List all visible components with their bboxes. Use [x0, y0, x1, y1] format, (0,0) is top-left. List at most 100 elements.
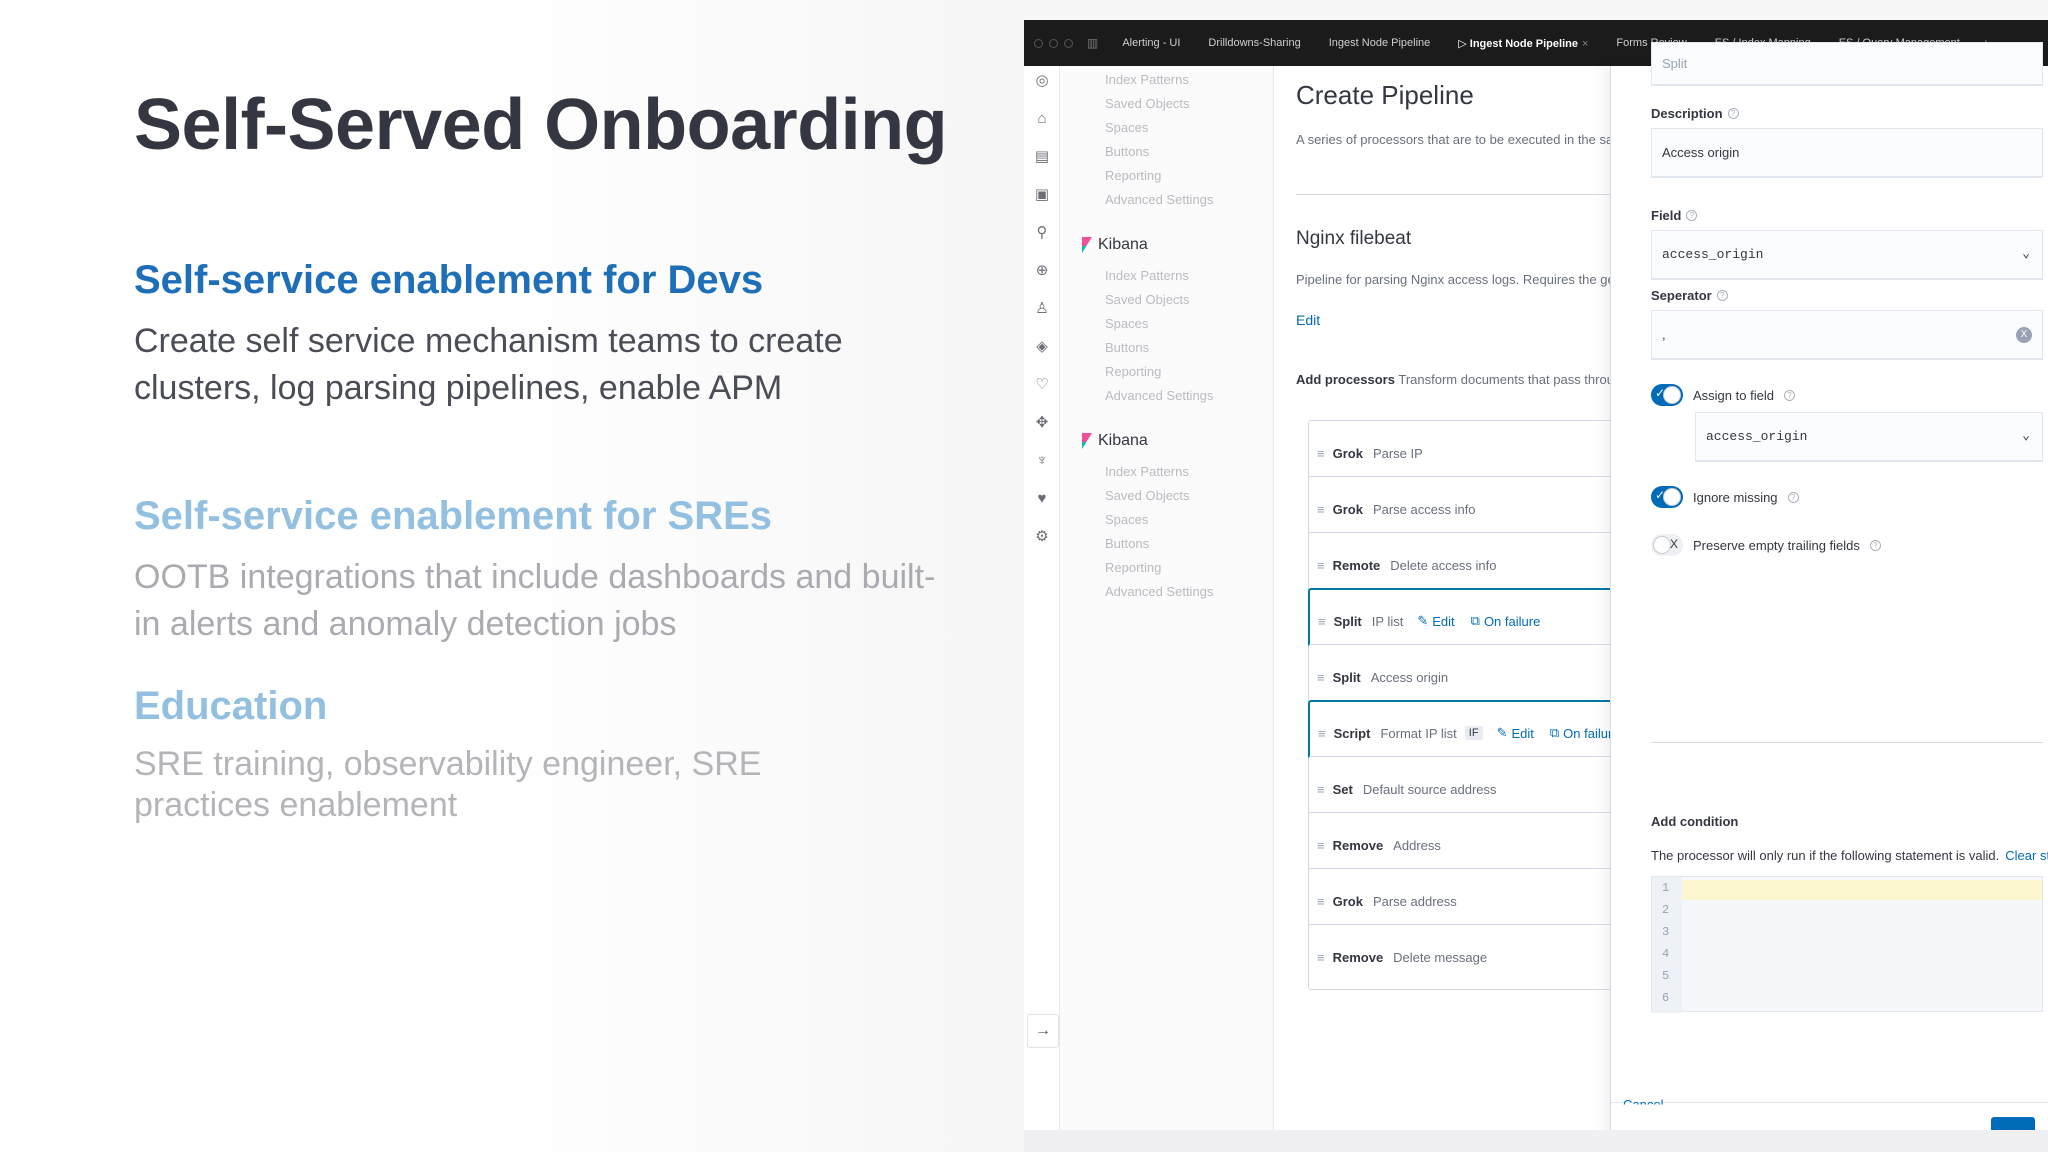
nav-item-buttons[interactable]: Buttons: [1105, 144, 1149, 159]
line-number: 3: [1662, 925, 1670, 939]
gear-icon[interactable]: ⚙: [1033, 528, 1051, 546]
nav-item-index-patterns[interactable]: Index Patterns: [1105, 464, 1189, 479]
nav-item-spaces[interactable]: Spaces: [1105, 316, 1148, 331]
help-icon[interactable]: ?: [1716, 290, 1728, 301]
separator-input[interactable]: , X: [1651, 310, 2043, 360]
nav-item-advanced-settings[interactable]: Advanced Settings: [1105, 584, 1213, 599]
failure-icon: ⧉: [1470, 613, 1480, 628]
processor-type: Remove: [1332, 837, 1384, 853]
drag-handle-icon[interactable]: ≡: [1318, 726, 1326, 741]
window-bottom-bar: [1024, 1130, 2048, 1152]
nav-item-saved-objects[interactable]: Saved Objects: [1105, 488, 1190, 503]
nav-item-spaces[interactable]: Spaces: [1105, 120, 1148, 135]
description-value: Access origin: [1662, 145, 1740, 160]
heart-icon[interactable]: ♡: [1033, 376, 1051, 394]
chevron-down-icon: ⌄: [2022, 428, 2030, 443]
processor-type-select[interactable]: Split: [1651, 42, 2043, 86]
drag-handle-icon[interactable]: ≡: [1317, 558, 1325, 573]
apm-icon[interactable]: ✥: [1033, 414, 1051, 432]
clear-input-icon[interactable]: X: [2016, 327, 2032, 343]
nav-item-reporting[interactable]: Reporting: [1105, 168, 1161, 183]
bulb-icon[interactable]: ♆: [1033, 452, 1051, 470]
help-icon[interactable]: ?: [1869, 539, 1881, 551]
nav-item-index-patterns[interactable]: Index Patterns: [1105, 72, 1189, 87]
home-icon[interactable]: ⌂: [1033, 110, 1051, 128]
description-input[interactable]: Access origin: [1651, 128, 2043, 178]
edit-processor-button[interactable]: ✎ Edit: [1417, 613, 1454, 629]
tab-label: Ingest Node Pipeline: [1469, 37, 1578, 50]
processor-desc: Format IP list: [1380, 725, 1457, 741]
nav-group-kibana: Kibana: [1082, 432, 1148, 450]
processor-desc: Parse IP: [1372, 445, 1423, 461]
close-tab-icon[interactable]: ×: [1582, 38, 1588, 50]
switch-knob: [1663, 386, 1681, 404]
shield-icon[interactable]: ◈: [1033, 338, 1051, 356]
nav-group-label: Kibana: [1098, 432, 1148, 449]
assign-to-field-switch[interactable]: ✓: [1651, 384, 1683, 406]
section-heading-sres: Self-service enablement for SREs: [134, 494, 773, 538]
ignore-missing-switch[interactable]: ✓: [1651, 486, 1683, 508]
drag-handle-icon[interactable]: ≡: [1317, 670, 1325, 685]
field-value: access_origin: [1662, 247, 1764, 262]
maximize-window-dot[interactable]: [1064, 38, 1073, 48]
ignore-missing-label: Ignore missing: [1693, 489, 1778, 505]
nav-item-index-patterns[interactable]: Index Patterns: [1105, 268, 1189, 283]
drag-handle-icon[interactable]: ≡: [1317, 894, 1325, 909]
heartbeat-icon[interactable]: ♥: [1033, 490, 1051, 508]
divider: [1651, 742, 2043, 743]
preserve-trailing-label: Preserve empty trailing fields: [1693, 537, 1860, 553]
map-icon[interactable]: ⚲: [1033, 224, 1051, 242]
icon-rail: ◎ ⌂ ▤ ▣ ⚲ ⊕ ♙ ◈ ♡ ✥ ♆ ♥ ⚙ →: [1024, 66, 1060, 1152]
processor-row[interactable]: ≡ Remove Delete message: [1308, 924, 1638, 990]
drag-handle-icon[interactable]: ≡: [1317, 782, 1325, 797]
nav-item-advanced-settings[interactable]: Advanced Settings: [1105, 388, 1213, 403]
edit-processor-button[interactable]: ✎ Edit: [1497, 725, 1534, 741]
preserve-trailing-switch[interactable]: X: [1651, 534, 1683, 556]
nav-item-spaces[interactable]: Spaces: [1105, 512, 1148, 527]
expand-nav-button[interactable]: →: [1027, 1014, 1059, 1048]
nav-item-saved-objects[interactable]: Saved Objects: [1105, 96, 1190, 111]
user-icon[interactable]: ♙: [1033, 300, 1051, 318]
help-icon[interactable]: ?: [1787, 491, 1799, 503]
globe-icon[interactable]: ⊕: [1033, 262, 1051, 280]
field-select[interactable]: access_origin ⌄: [1651, 230, 2043, 280]
drag-handle-icon[interactable]: ≡: [1317, 838, 1325, 853]
drag-handle-icon[interactable]: ≡: [1317, 502, 1325, 517]
help-icon[interactable]: ?: [1783, 389, 1795, 401]
cancel-button[interactable]: Cancel: [1623, 1097, 1663, 1105]
nav-item-buttons[interactable]: Buttons: [1105, 340, 1149, 355]
tab-ingest-node-pipeline-active[interactable]: ▷ Ingest Node Pipeline ×: [1444, 37, 1602, 50]
nav-item-buttons[interactable]: Buttons: [1105, 536, 1149, 551]
condition-desc-text: The processor will only run if the follo…: [1651, 848, 2000, 863]
close-window-dot[interactable]: [1034, 38, 1043, 48]
dashboard-icon[interactable]: ▤: [1033, 148, 1051, 166]
minimize-window-dot[interactable]: [1049, 38, 1058, 48]
help-icon[interactable]: ?: [1686, 210, 1698, 221]
nav-item-reporting[interactable]: Reporting: [1105, 364, 1161, 379]
assign-to-field-select[interactable]: access_origin ⌄: [1695, 412, 2043, 462]
drag-handle-icon[interactable]: ≡: [1317, 446, 1325, 461]
on-failure-label: On failure: [1483, 613, 1541, 629]
calendar-icon[interactable]: ▣: [1033, 186, 1051, 204]
tab-drilldowns-sharing[interactable]: Drilldowns-Sharing: [1194, 37, 1314, 49]
nav-item-reporting[interactable]: Reporting: [1105, 560, 1161, 575]
drag-handle-icon[interactable]: ≡: [1318, 614, 1326, 629]
nav-group-kibana: Kibana: [1082, 236, 1148, 254]
clear-statement-link[interactable]: Clear statement: [2005, 848, 2048, 863]
edit-pipeline-link[interactable]: Edit: [1296, 312, 1320, 328]
processor-type: Script: [1333, 725, 1371, 741]
tab-ingest-node-pipeline[interactable]: Ingest Node Pipeline: [1315, 37, 1445, 49]
nav-item-advanced-settings[interactable]: Advanced Settings: [1105, 192, 1213, 207]
processor-type: Grok: [1332, 445, 1363, 461]
add-condition-description: The processor will only run if the follo…: [1651, 848, 2048, 863]
edit-label: Edit: [1511, 725, 1534, 741]
on-failure-button[interactable]: ⧉ On failure: [1471, 613, 1541, 629]
processor-type: Split: [1332, 669, 1361, 685]
tab-alerting-ui[interactable]: Alerting - UI: [1108, 37, 1194, 49]
help-icon[interactable]: ?: [1727, 108, 1739, 119]
drag-handle-icon[interactable]: ≡: [1317, 950, 1325, 965]
compass-icon[interactable]: ◎: [1033, 72, 1051, 90]
condition-code-editor[interactable]: 1 2 3 4 5 6: [1651, 876, 2043, 1013]
nav-item-saved-objects[interactable]: Saved Objects: [1105, 292, 1190, 307]
sidebar-toggle-icon[interactable]: ▥: [1087, 36, 1098, 50]
